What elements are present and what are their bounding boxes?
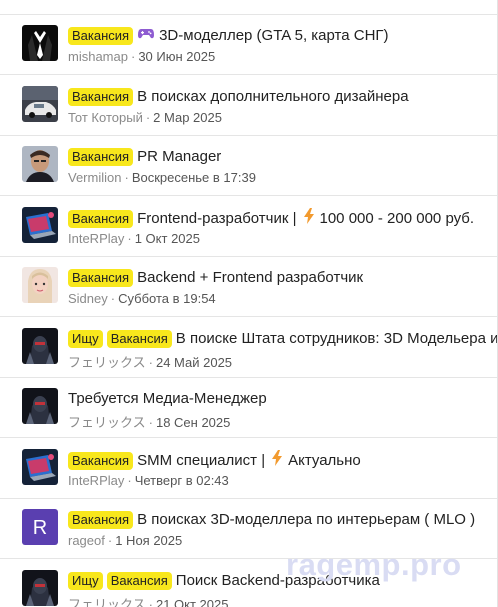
- thread-item[interactable]: Требуется Медиа-Менеджер フェリックス · 18 Сен 20…: [0, 378, 497, 438]
- thread-item[interactable]: Ищу Вакансия Поиск Backend-разработчика フェリ…: [0, 560, 497, 607]
- prefix-badge[interactable]: Ищу: [68, 572, 103, 590]
- author-name[interactable]: InteRPlay: [68, 473, 124, 488]
- thread-title-row: Вакансия 3D-моделлер (GTA 5, карта СНГ): [68, 26, 389, 46]
- thread-title[interactable]: В поисках дополнительного дизайнера: [137, 87, 409, 107]
- author-name[interactable]: フェリックス: [68, 597, 146, 607]
- prefix-badge[interactable]: Вакансия: [106, 330, 172, 348]
- lightning-icon: [303, 208, 315, 230]
- thread-item[interactable]: R Вакансия В поисках 3D-моделлера по интер…: [0, 499, 497, 559]
- prefix-badge[interactable]: Вакансия: [68, 210, 134, 228]
- thread-title-row: Требуется Медиа-Менеджер: [68, 389, 267, 409]
- thread-title-row: Ищу Вакансия В поиске Штата сотрудников: 3…: [68, 329, 497, 349]
- prefix-badge[interactable]: Ищу: [68, 330, 103, 348]
- separator: ·: [110, 291, 116, 306]
- svg-text:R: R: [33, 517, 47, 539]
- avatar[interactable]: R: [22, 509, 58, 545]
- thread-title[interactable]: 3D-моделлер (GTA 5, карта СНГ): [159, 26, 388, 46]
- thread-date[interactable]: 21 Окт 2025: [156, 597, 229, 607]
- thread-item[interactable]: Вакансия Frontend-разработчик | 100 000 - …: [0, 197, 497, 257]
- thread-title-prefix-text[interactable]: Frontend-разработчик |: [137, 209, 296, 229]
- thread-meta: mishamap · 30 Июн 2025: [68, 49, 215, 64]
- prefix-badge[interactable]: Вакансия: [68, 148, 134, 166]
- thread-date[interactable]: Воскресенье в 17:39: [132, 170, 256, 185]
- thread-title-prefix-text[interactable]: SMM специалист |: [137, 451, 265, 471]
- separator: ·: [127, 231, 132, 246]
- author-name[interactable]: Тот Который: [68, 110, 143, 125]
- thread-title[interactable]: В поиске Штата сотрудников: 3D Модельера…: [176, 329, 497, 349]
- thread-date[interactable]: 1 Окт 2025: [135, 231, 200, 246]
- thread-title-row: Вакансия В поисках дополнительного дизайн…: [68, 87, 409, 107]
- thread-item[interactable]: Вакансия PR Manager Vermilion · Воскресенье …: [0, 136, 497, 196]
- thread-title-row: Вакансия PR Manager: [68, 147, 221, 167]
- author-name[interactable]: rageof: [68, 533, 105, 548]
- avatar[interactable]: [22, 267, 58, 303]
- thread-date[interactable]: 1 Ноя 2025: [115, 533, 182, 548]
- thread-title-row: Вакансия Frontend-разработчик | 100 000 - …: [68, 208, 474, 230]
- avatar[interactable]: [22, 388, 58, 424]
- avatar[interactable]: [22, 207, 58, 243]
- thread-meta: InteRPlay · Четверг в 02:43: [68, 473, 229, 488]
- author-name[interactable]: InteRPlay: [68, 231, 124, 246]
- separator: ·: [148, 597, 153, 607]
- thread-meta: Sidney · Суббота в 19:54: [68, 291, 216, 306]
- gamepad-icon: [138, 26, 155, 46]
- thread-list: Вакансия 3D-моделлер (GTA 5, карта СНГ) mi…: [0, 0, 498, 607]
- separator: ·: [107, 533, 113, 548]
- prefix-badge[interactable]: Вакансия: [68, 269, 134, 287]
- thread-meta: フェリックス · 24 Май 2025: [68, 352, 232, 371]
- author-name[interactable]: フェリックス: [68, 415, 146, 430]
- thread-item[interactable]: Вакансия В поисках дополнительного дизайн…: [0, 76, 497, 136]
- separator: ·: [130, 49, 136, 64]
- thread-title[interactable]: Требуется Медиа-Менеджер: [68, 389, 267, 409]
- author-name[interactable]: フェリックス: [68, 355, 146, 370]
- prefix-badge[interactable]: Вакансия: [68, 27, 134, 45]
- thread-date[interactable]: 24 Май 2025: [156, 355, 232, 370]
- thread-date[interactable]: 18 Сен 2025: [156, 415, 230, 430]
- thread-item[interactable]: Ищу Вакансия В поиске Штата сотрудников: 3…: [0, 318, 497, 378]
- prefix-badge[interactable]: Вакансия: [68, 511, 134, 529]
- thread-date[interactable]: 30 Июн 2025: [138, 49, 215, 64]
- separator: ·: [127, 473, 132, 488]
- thread-meta: InteRPlay · 1 Окт 2025: [68, 231, 200, 246]
- thread-item[interactable]: Вакансия Backend + Frontend разработчик Si…: [0, 257, 497, 317]
- separator: ·: [148, 355, 153, 370]
- thread-title[interactable]: Актуально: [288, 451, 361, 471]
- thread-title-row: Вакансия SMM специалист | Актуально: [68, 450, 361, 472]
- thread-meta: フェリックス · 21 Окт 2025: [68, 594, 228, 607]
- author-name[interactable]: mishamap: [68, 49, 128, 64]
- thread-title-row: Вакансия В поисках 3D-моделлера по интерь…: [68, 510, 475, 530]
- author-name[interactable]: Sidney: [68, 291, 108, 306]
- thread-meta: rageof · 1 Ноя 2025: [68, 533, 182, 548]
- thread-title[interactable]: PR Manager: [137, 147, 221, 167]
- thread-date[interactable]: Суббота в 19:54: [118, 291, 216, 306]
- thread-title[interactable]: Поиск Backend-разработчика: [176, 571, 380, 591]
- prefix-badge[interactable]: Вакансия: [68, 88, 134, 106]
- prefix-badge[interactable]: Вакансия: [106, 572, 172, 590]
- thread-title-row: Вакансия Backend + Frontend разработчик: [68, 268, 363, 288]
- avatar[interactable]: [22, 25, 58, 61]
- avatar[interactable]: [22, 146, 58, 182]
- thread-date[interactable]: 2 Мар 2025: [153, 110, 222, 125]
- thread-title[interactable]: В поисках 3D-моделлера по интерьерам ( M…: [137, 510, 475, 530]
- thread-title[interactable]: 100 000 - 200 000 руб.: [320, 209, 475, 229]
- thread-title-row: Ищу Вакансия Поиск Backend-разработчика: [68, 571, 380, 591]
- thread-meta: Vermilion · Воскресенье в 17:39: [68, 170, 256, 185]
- avatar[interactable]: [22, 328, 58, 364]
- thread-item[interactable]: Вакансия 3D-моделлер (GTA 5, карта СНГ) mi…: [0, 15, 497, 75]
- thread-date[interactable]: Четверг в 02:43: [135, 473, 229, 488]
- separator: ·: [124, 170, 129, 185]
- avatar[interactable]: [22, 570, 58, 606]
- avatar[interactable]: [22, 449, 58, 485]
- separator: ·: [148, 415, 153, 430]
- lightning-icon: [271, 450, 283, 472]
- thread-meta: Тот Который · 2 Мар 2025: [68, 110, 222, 125]
- thread-meta: フェリックス · 18 Сен 2025: [68, 412, 230, 431]
- author-name[interactable]: Vermilion: [68, 170, 121, 185]
- separator: ·: [145, 110, 151, 125]
- thread-title[interactable]: Backend + Frontend разработчик: [137, 268, 363, 288]
- avatar[interactable]: [22, 86, 58, 122]
- prefix-badge[interactable]: Вакансия: [68, 452, 134, 470]
- thread-item[interactable]: Вакансия SMM специалист | Актуально InteRPl…: [0, 439, 497, 499]
